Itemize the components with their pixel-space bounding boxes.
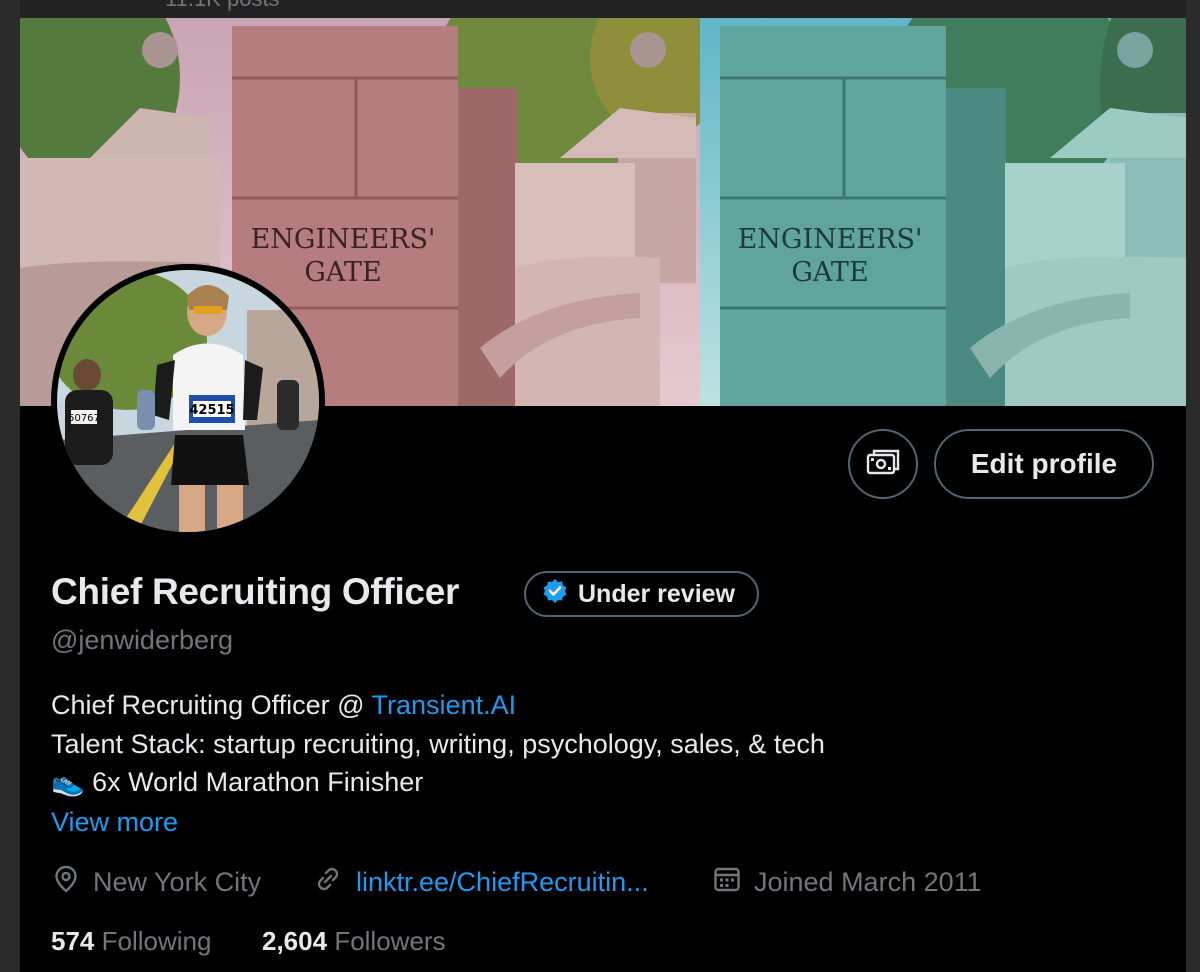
- profile-bio: Chief Recruiting Officer @ Transient.AI …: [51, 686, 825, 802]
- gate-text-1: ENGINEERS': [251, 224, 436, 255]
- view-more-link[interactable]: View more: [51, 807, 178, 838]
- bio-line-1-text: Chief Recruiting Officer @: [51, 690, 372, 720]
- user-handle: @jenwiderberg: [51, 625, 233, 655]
- followers-stat[interactable]: 2,604 Followers: [262, 926, 446, 957]
- bio-line-3: 👟 6x World Marathon Finisher: [51, 763, 825, 802]
- money-button[interactable]: [848, 429, 918, 499]
- link-icon: [312, 864, 344, 901]
- followers-label: Followers: [334, 926, 446, 956]
- bio-line-3-text: 6x World Marathon Finisher: [92, 767, 424, 797]
- gate-text-2: GATE: [304, 257, 381, 288]
- bio-line-2: Talent Stack: startup recruiting, writin…: [51, 728, 825, 759]
- followers-count: 2,604: [262, 926, 328, 956]
- money-icon: [866, 447, 900, 482]
- location-item: New York City: [51, 864, 261, 901]
- joined-item: Joined March 2011: [712, 864, 982, 901]
- verification-badge[interactable]: Under review: [524, 571, 760, 617]
- following-count: 574: [51, 926, 95, 956]
- bib-number: 42515: [189, 403, 234, 418]
- location-text: New York City: [93, 867, 262, 897]
- website-link[interactable]: linktr.ee/ChiefRecruitin...: [356, 867, 649, 898]
- gate-text-4: GATE: [791, 257, 868, 288]
- joined-text: Joined March 2011: [754, 867, 982, 897]
- following-stat[interactable]: 574 Following: [51, 926, 211, 957]
- post-count: 11.1K posts: [165, 0, 280, 12]
- gate-text-3: ENGINEERS': [738, 224, 923, 255]
- side-bib-number: 50767: [68, 413, 100, 424]
- bio-line-1: Chief Recruiting Officer @ Transient.AI: [51, 686, 825, 725]
- avatar-image: 50767 42515: [57, 270, 319, 532]
- profile-avatar[interactable]: 50767 42515: [51, 264, 325, 538]
- following-label: Following: [101, 926, 212, 956]
- badge-label: Under review: [578, 579, 736, 608]
- top-bar: 11.1K posts: [0, 0, 1200, 18]
- location-pin-icon: [51, 864, 81, 901]
- display-name: Chief Recruiting Officer: [51, 571, 460, 612]
- edit-profile-button[interactable]: Edit profile: [934, 429, 1154, 499]
- bio-company-link[interactable]: Transient.AI: [372, 690, 517, 720]
- verified-icon: [542, 578, 568, 611]
- running-shoe-icon: 👟: [51, 767, 85, 797]
- left-frame: [0, 0, 20, 972]
- website-item[interactable]: linktr.ee/ChiefRecruitin...: [312, 864, 649, 901]
- right-frame: [1186, 0, 1200, 972]
- calendar-icon: [712, 864, 742, 901]
